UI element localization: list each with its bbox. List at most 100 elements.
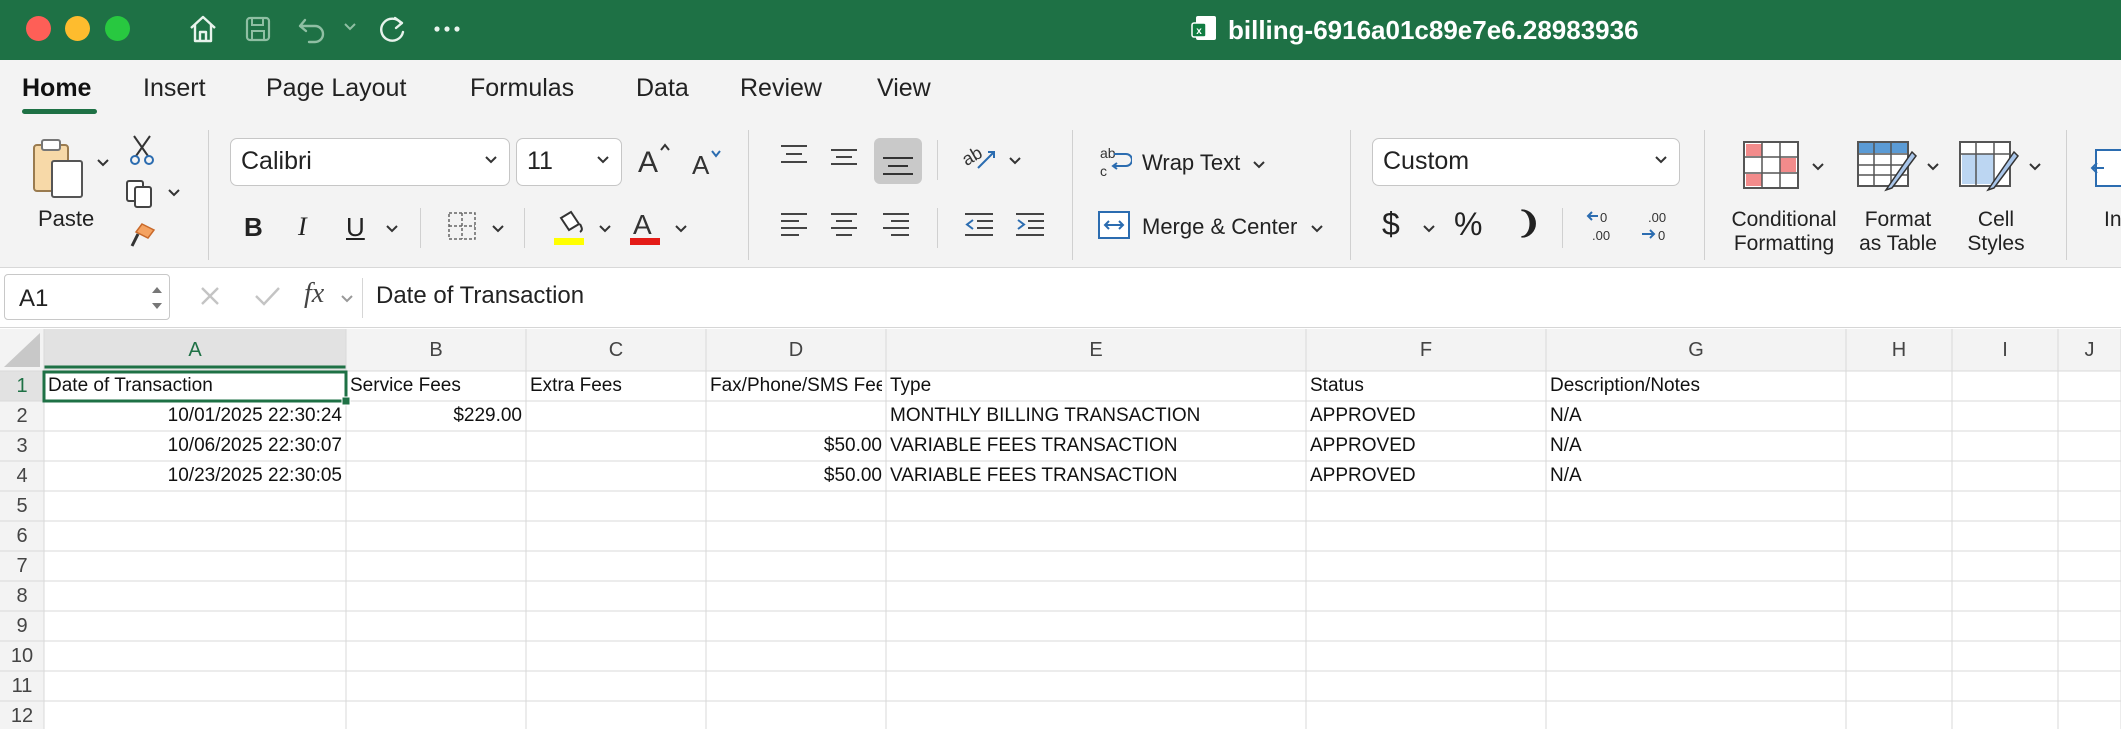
align-bottom-icon[interactable]	[874, 138, 922, 184]
column-header-e[interactable]: E	[886, 329, 1306, 371]
row-header-5[interactable]: 5	[0, 491, 44, 521]
align-left-icon[interactable]	[778, 208, 810, 245]
format-as-table-dropdown-icon[interactable]	[1926, 160, 1940, 174]
zoom-window-button[interactable]	[105, 16, 130, 41]
merge-center-button[interactable]: Merge & Center	[1142, 214, 1297, 240]
more-options-icon[interactable]	[430, 12, 464, 51]
row-header-8[interactable]: 8	[0, 581, 44, 611]
tab-review[interactable]: Review	[740, 74, 822, 103]
italic-button[interactable]: I	[298, 212, 307, 242]
cell-description-notes[interactable]: N/A	[1550, 431, 1842, 461]
cell-type[interactable]: VARIABLE FEES TRANSACTION	[890, 461, 1302, 491]
column-header-c[interactable]: C	[526, 329, 706, 371]
row-header-11[interactable]: 11	[0, 671, 44, 701]
cell-fax-phone-sms-fee[interactable]: $50.00	[710, 431, 882, 461]
font-name-dropdown[interactable]: Calibri	[230, 138, 510, 186]
header-cell-extra-fees[interactable]: Extra Fees	[530, 371, 702, 401]
row-header-12[interactable]: 12	[0, 701, 44, 729]
cell-status[interactable]: APPROVED	[1310, 401, 1542, 431]
paste-dropdown-icon[interactable]	[96, 156, 110, 175]
cell-styles-label[interactable]: Cell Styles	[1954, 208, 2038, 256]
column-header-i[interactable]: I	[1952, 329, 2058, 371]
cell-service-fees[interactable]	[350, 431, 522, 461]
row-header-9[interactable]: 9	[0, 611, 44, 641]
cell-fax-phone-sms-fee[interactable]	[710, 401, 882, 431]
copy-icon[interactable]	[124, 178, 156, 215]
header-cell-date-of-transaction[interactable]: Date of Transaction	[48, 371, 342, 401]
fill-color-dropdown-icon[interactable]	[598, 222, 612, 236]
cell-date-of-transaction[interactable]: 10/06/2025 22:30:07	[48, 431, 342, 461]
orientation-dropdown-icon[interactable]	[1008, 154, 1022, 168]
cell-date-of-transaction[interactable]: 10/23/2025 22:30:05	[48, 461, 342, 491]
format-as-table-label[interactable]: Format as Table	[1850, 208, 1946, 256]
insert-cells-icon[interactable]	[2090, 146, 2121, 195]
column-header-j[interactable]: J	[2058, 329, 2121, 371]
cell-extra-fees[interactable]	[530, 401, 702, 431]
insert-function-button[interactable]: fx	[304, 278, 324, 310]
copy-dropdown-icon[interactable]	[167, 186, 181, 205]
align-right-icon[interactable]	[880, 208, 912, 245]
currency-dropdown-icon[interactable]	[1422, 222, 1436, 236]
cancel-entry-icon[interactable]	[196, 282, 224, 315]
format-as-table-icon[interactable]	[1856, 140, 1918, 199]
borders-dropdown-icon[interactable]	[491, 222, 505, 236]
cell-service-fees[interactable]	[350, 461, 522, 491]
row-header-1[interactable]: 1	[0, 371, 44, 401]
name-box-stepper-icon[interactable]	[149, 281, 165, 315]
undo-dropdown-icon[interactable]	[343, 20, 357, 39]
wrap-text-icon[interactable]: ab c	[1098, 144, 1133, 185]
wrap-text-button[interactable]: Wrap Text	[1142, 150, 1240, 176]
confirm-entry-icon[interactable]	[252, 282, 282, 315]
tab-insert[interactable]: Insert	[143, 74, 206, 103]
font-color-icon[interactable]: A	[628, 208, 662, 253]
column-header-f[interactable]: F	[1306, 329, 1546, 371]
number-format-dropdown[interactable]: Custom	[1372, 138, 1680, 186]
conditional-formatting-dropdown-icon[interactable]	[1811, 160, 1825, 174]
column-header-b[interactable]: B	[346, 329, 526, 371]
wrap-text-dropdown-icon[interactable]	[1252, 158, 1266, 172]
percent-style-button[interactable]: %	[1454, 206, 1482, 243]
cell-status[interactable]: APPROVED	[1310, 461, 1542, 491]
increase-font-size-icon[interactable]: A	[636, 142, 672, 183]
comma-style-button[interactable]: ❩	[1516, 206, 1541, 241]
bold-button[interactable]: B	[244, 212, 263, 243]
align-center-icon[interactable]	[828, 208, 860, 245]
currency-format-button[interactable]: $	[1382, 206, 1400, 243]
undo-icon[interactable]	[295, 12, 329, 51]
formula-input[interactable]: Date of Transaction	[376, 282, 584, 310]
spreadsheet-grid[interactable]: ABCDEFGHIJ 1 2 3 4 5 6 7 8 9 10 11 12 Date of Trans…	[0, 329, 2121, 729]
tab-view[interactable]: View	[877, 74, 931, 103]
underline-dropdown-icon[interactable]	[385, 222, 399, 236]
borders-icon[interactable]	[446, 210, 478, 247]
cut-icon[interactable]	[128, 134, 156, 171]
column-header-g[interactable]: G	[1546, 329, 1846, 371]
paste-label[interactable]: Paste	[38, 206, 94, 232]
cell-fax-phone-sms-fee[interactable]: $50.00	[710, 461, 882, 491]
tab-page-layout[interactable]: Page Layout	[266, 74, 406, 103]
align-top-icon[interactable]	[778, 142, 810, 177]
header-cell-fax-phone-sms-fee[interactable]: Fax/Phone/SMS Fee	[710, 371, 882, 401]
increase-indent-icon[interactable]	[1013, 208, 1047, 245]
minimize-window-button[interactable]	[65, 16, 90, 41]
name-box[interactable]: A1	[4, 274, 170, 320]
row-header-4[interactable]: 4	[0, 461, 44, 491]
merge-center-icon[interactable]	[1097, 210, 1131, 245]
tab-formulas[interactable]: Formulas	[470, 74, 574, 103]
row-header-3[interactable]: 3	[0, 431, 44, 461]
header-cell-status[interactable]: Status	[1310, 371, 1542, 401]
tab-data[interactable]: Data	[636, 74, 689, 103]
redo-icon[interactable]	[375, 12, 409, 51]
row-header-7[interactable]: 7	[0, 551, 44, 581]
home-icon[interactable]	[186, 12, 220, 51]
increase-decimal-icon[interactable]: 0.00	[1584, 208, 1624, 251]
orientation-icon[interactable]: ab	[958, 140, 1000, 181]
row-header-2[interactable]: 2	[0, 401, 44, 431]
paste-icon[interactable]	[28, 135, 90, 206]
header-cell-type[interactable]: Type	[890, 371, 1302, 401]
font-color-dropdown-icon[interactable]	[674, 222, 688, 236]
format-painter-icon[interactable]	[126, 220, 158, 257]
cell-extra-fees[interactable]	[530, 461, 702, 491]
header-cell-description-notes[interactable]: Description/Notes	[1550, 371, 1842, 401]
close-window-button[interactable]	[26, 16, 51, 41]
header-cell-service-fees[interactable]: Service Fees	[350, 371, 522, 401]
